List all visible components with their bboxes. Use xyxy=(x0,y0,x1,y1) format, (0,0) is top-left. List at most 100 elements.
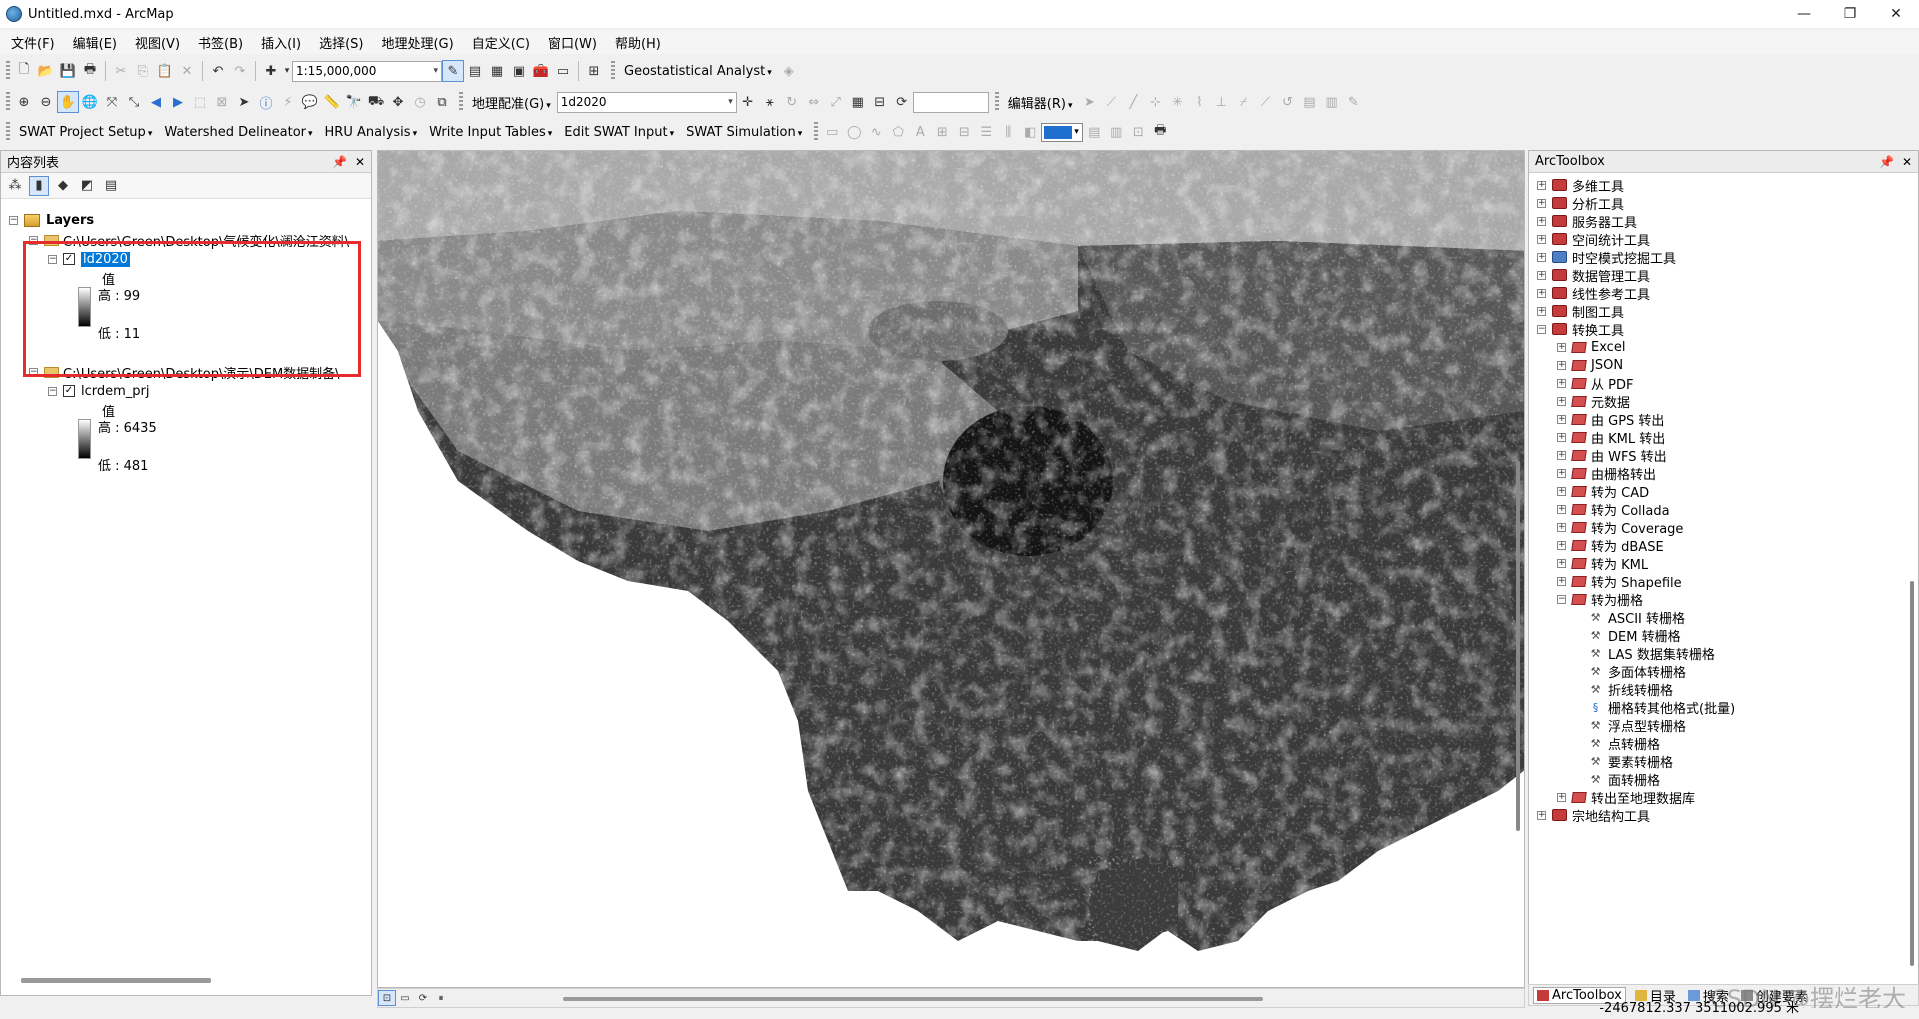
fixed-zoom-out-icon[interactable]: ⤡ xyxy=(123,91,145,113)
data-view-icon[interactable]: ⊡ xyxy=(378,990,396,1006)
copy-icon[interactable]: ⎘ xyxy=(132,60,154,82)
expand-icon[interactable]: + xyxy=(1557,522,1566,532)
toc-window-icon[interactable]: ▤ xyxy=(464,60,486,82)
menu-edit[interactable]: 编辑(E) xyxy=(62,33,124,52)
collapse-icon[interactable]: − xyxy=(1557,594,1566,604)
attributes-icon[interactable]: ▤ xyxy=(1298,91,1320,113)
layout-view-icon[interactable]: ▭ xyxy=(396,990,414,1006)
undo-icon[interactable]: ↶ xyxy=(207,60,229,82)
toolbar-grip[interactable] xyxy=(994,92,999,112)
menu-selection[interactable]: 选择(S) xyxy=(308,33,370,52)
search-window-icon[interactable]: ▣ xyxy=(508,60,530,82)
trace-icon[interactable]: ⌇ xyxy=(1188,91,1210,113)
expand-icon[interactable]: + xyxy=(1537,252,1546,262)
pin-icon[interactable]: 📌 xyxy=(1879,155,1894,169)
auto-registration-icon[interactable]: ⚹ xyxy=(759,91,781,113)
write-input-tables-menu[interactable]: Write Input Tables ▾ xyxy=(423,125,558,140)
collapse-icon[interactable]: − xyxy=(1537,324,1546,334)
sketch-properties-icon[interactable]: ▥ xyxy=(1320,91,1342,113)
expand-icon[interactable]: + xyxy=(1537,306,1546,316)
cut-polygons-icon[interactable]: ⌿ xyxy=(1232,91,1254,113)
toolset-item[interactable]: + 转为 CAD xyxy=(1557,482,1649,501)
draw-circle-icon[interactable]: ◯ xyxy=(843,121,865,143)
toolset-item[interactable]: + 由 KML 转出 xyxy=(1557,428,1665,447)
tool-item[interactable]: ⚒ ASCII 转栅格 xyxy=(1589,608,1685,627)
tool-item[interactable]: ⚒ 折线转栅格 xyxy=(1589,680,1673,699)
fixed-zoom-in-icon[interactable]: ⤧ xyxy=(101,91,123,113)
tool-item[interactable]: ⚒ 浮点型转栅格 xyxy=(1589,716,1686,735)
horizontal-scrollbar[interactable] xyxy=(21,978,211,983)
toolset-item[interactable]: + 由栅格转出 xyxy=(1557,464,1656,483)
options-icon[interactable]: ▤ xyxy=(101,176,121,196)
toolbox-item[interactable]: + 数据管理工具 xyxy=(1537,266,1650,285)
toolbar-grip[interactable] xyxy=(6,122,10,142)
expand-icon[interactable]: + xyxy=(1557,378,1566,388)
hyperlink-icon[interactable]: ⚡ xyxy=(277,91,299,113)
delete-icon[interactable]: ✕ xyxy=(176,60,198,82)
toolbox-item[interactable]: + 制图工具 xyxy=(1537,302,1624,321)
toolset-item-to-raster[interactable]: − 转为栅格 xyxy=(1557,590,1643,609)
toolbar-grip[interactable] xyxy=(6,61,10,81)
select-features-icon[interactable]: ⬚ xyxy=(189,91,211,113)
toolbox-item[interactable]: + 服务器工具 xyxy=(1537,212,1637,231)
fill-color-icon[interactable]: ◧ xyxy=(1019,121,1041,143)
georef-layer-combo[interactable]: 1d2020 ▾ xyxy=(556,91,737,113)
expand-icon[interactable]: + xyxy=(1557,414,1566,424)
tool-item[interactable]: ⚒ 点转栅格 xyxy=(1589,734,1660,753)
measure-icon[interactable]: 📏 xyxy=(321,91,343,113)
tool-item[interactable]: ⚒ 面转栅格 xyxy=(1589,770,1660,789)
print-preview-icon[interactable]: 🖶 xyxy=(1149,121,1171,143)
close-button[interactable]: ✕ xyxy=(1873,0,1919,28)
pause-drawing-icon[interactable]: ⏸ xyxy=(432,990,450,1006)
toolbox-item[interactable]: + 分析工具 xyxy=(1537,194,1624,213)
menu-customize[interactable]: 自定义(C) xyxy=(461,33,537,52)
hru-analysis-menu[interactable]: HRU Analysis ▾ xyxy=(319,125,424,140)
rotate-icon[interactable]: ↻ xyxy=(781,91,803,113)
back-icon[interactable]: ◀ xyxy=(145,91,167,113)
toolbox-item[interactable]: + 空间统计工具 xyxy=(1537,230,1650,249)
pin-icon[interactable]: 📌 xyxy=(332,155,347,169)
maximize-button[interactable]: ❐ xyxy=(1827,0,1873,28)
open-icon[interactable]: 📂 xyxy=(35,60,57,82)
menu-file[interactable]: 文件(F) xyxy=(0,33,62,52)
create-viewer-icon[interactable]: ⧉ xyxy=(431,91,453,113)
tool-item[interactable]: ⚒ 多面体转栅格 xyxy=(1589,662,1686,681)
rotate-dropdown-icon[interactable]: ⟳ xyxy=(891,91,913,113)
catalog-window-icon[interactable]: ▦ xyxy=(486,60,508,82)
map-horizontal-scrollbar[interactable] xyxy=(563,997,1263,1001)
menu-geoprocessing[interactable]: 地理处理(G) xyxy=(370,33,460,52)
expand-icon[interactable]: + xyxy=(1557,450,1566,460)
toolbox-vertical-scrollbar[interactable] xyxy=(1910,581,1914,966)
expand-icon[interactable]: + xyxy=(1557,792,1566,802)
map-scale-combo[interactable]: 1:15,000,000 ▾ xyxy=(292,60,442,82)
expand-icon[interactable]: + xyxy=(1537,216,1546,226)
collapse-icon[interactable]: − xyxy=(48,386,57,396)
pan-icon[interactable]: ✋ xyxy=(57,91,79,113)
scale-icon[interactable]: ⤢ xyxy=(825,91,847,113)
rotation-input[interactable] xyxy=(912,91,989,113)
toolbox-item[interactable]: + 线性参考工具 xyxy=(1537,284,1650,303)
geostatistical-analyst-menu[interactable]: Geostatistical Analyst ▾ xyxy=(618,64,778,79)
forward-icon[interactable]: ▶ xyxy=(167,91,189,113)
expand-icon[interactable]: + xyxy=(1537,198,1546,208)
expand-icon[interactable]: + xyxy=(1557,396,1566,406)
expand-icon[interactable]: + xyxy=(1557,558,1566,568)
toolset-item[interactable]: + 转出至地理数据库 xyxy=(1557,788,1695,807)
toolset-item[interactable]: + 转为 dBASE xyxy=(1557,536,1664,555)
tool-item[interactable]: ⚒ 要素转栅格 xyxy=(1589,752,1673,771)
toolbox-item-conversion[interactable]: − 转换工具 xyxy=(1537,320,1624,339)
layer-visibility-checkbox[interactable]: ✓ xyxy=(63,385,75,397)
list-by-drawing-order-icon[interactable]: ⁂ xyxy=(5,176,25,196)
map-display[interactable] xyxy=(377,150,1525,988)
select-elements-icon[interactable]: ➤ xyxy=(233,91,255,113)
tool-item[interactable]: § 栅格转其他格式(批量) xyxy=(1589,698,1735,717)
midpoint-icon[interactable]: ✳ xyxy=(1166,91,1188,113)
add-data-dropdown-icon[interactable]: ▾ xyxy=(282,60,292,82)
layers-root[interactable]: − Layers xyxy=(9,211,94,229)
minimize-button[interactable]: — xyxy=(1781,0,1827,28)
list-by-visibility-icon[interactable]: ◆ xyxy=(53,176,73,196)
map-vertical-scrollbar[interactable] xyxy=(1516,461,1520,831)
close-icon[interactable]: ✕ xyxy=(1902,155,1912,169)
go-to-xy-icon[interactable]: ✥ xyxy=(387,91,409,113)
toolset-item[interactable]: + 元数据 xyxy=(1557,392,1630,411)
